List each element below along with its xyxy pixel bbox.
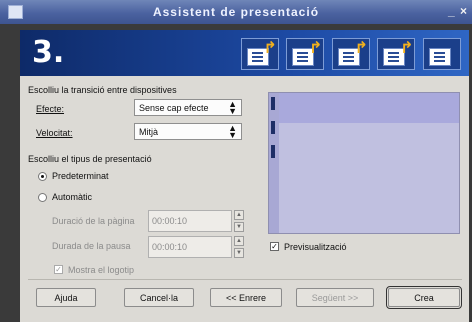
effect-label: Efecte: — [36, 104, 65, 114]
preview-rail — [269, 93, 279, 233]
pause-duration-label: Durada de la pausa — [52, 241, 131, 251]
slide-transition-icon: ↱ — [377, 38, 416, 70]
slide-transition-icon: ↱ — [240, 38, 279, 70]
default-radio-label[interactable]: Predeterminat — [52, 171, 109, 181]
spin-arrows-icon: ▲ ▼ — [228, 123, 237, 140]
preview-label[interactable]: Previsualització — [284, 242, 347, 252]
page-duration-spinner[interactable]: 00:00:10 ▲ ▼ — [148, 210, 244, 232]
slide-icon — [423, 38, 461, 70]
default-radio[interactable] — [38, 172, 47, 181]
effect-value: Sense cap efecte — [139, 103, 209, 113]
slide-transition-icon: ↱ — [286, 38, 325, 70]
automatic-radio-label[interactable]: Automàtic — [52, 192, 92, 202]
next-button[interactable]: Següent >> — [296, 288, 374, 307]
minimize-button[interactable]: _ — [448, 4, 455, 18]
window-title: Assistent de presentació — [152, 5, 320, 19]
automatic-radio[interactable] — [38, 193, 47, 202]
show-logo-checkbox[interactable]: ✓ — [54, 265, 63, 274]
back-button[interactable]: << Enrere — [210, 288, 282, 307]
effect-select[interactable]: Sense cap efecte ▲ ▼ — [134, 99, 242, 116]
preview-highlight — [279, 93, 459, 123]
transition-heading: Escolliu la transició entre dispositives — [28, 85, 177, 95]
spin-up-icon[interactable]: ▲ — [234, 236, 244, 246]
speed-select[interactable]: Mitjà ▲ ▼ — [134, 123, 242, 140]
show-logo-label: Mostra el logotip — [68, 265, 135, 275]
pause-duration-field[interactable]: 00:00:10 — [148, 236, 232, 258]
create-button[interactable]: Crea — [386, 286, 462, 309]
speed-value: Mitjà — [139, 127, 159, 137]
preview-marker — [271, 97, 275, 110]
spin-arrows-icon: ▲ ▼ — [228, 99, 237, 116]
wizard-dialog: Escolliu la transició entre dispositives… — [20, 76, 469, 322]
step-number: 3. — [32, 35, 65, 70]
preview-pane — [268, 92, 460, 234]
spin-up-icon[interactable]: ▲ — [234, 210, 244, 220]
wizard-banner: 3. ↱ ↱ ↱ ↱ — [20, 30, 469, 76]
page-duration-label: Duració de la pàgina — [52, 216, 135, 226]
pause-duration-spinner[interactable]: 00:00:10 ▲ ▼ — [148, 236, 244, 258]
close-button[interactable]: × — [460, 4, 467, 18]
preview-marker — [271, 145, 275, 158]
button-separator — [28, 279, 462, 280]
title-bar[interactable]: Assistent de presentació _ × — [0, 0, 472, 24]
preview-marker — [271, 121, 275, 134]
step-icons: ↱ ↱ ↱ ↱ — [236, 38, 461, 72]
spin-down-icon[interactable]: ▼ — [234, 248, 244, 258]
preview-checkbox[interactable]: ✓ — [270, 242, 279, 251]
help-button[interactable]: Ajuda — [36, 288, 96, 307]
cancel-button[interactable]: Cancel·la — [124, 288, 194, 307]
presentation-heading: Escolliu el tipus de presentació — [28, 154, 152, 164]
slide-transition-icon: ↱ — [331, 38, 370, 70]
spin-down-icon[interactable]: ▼ — [234, 222, 244, 232]
page-duration-field[interactable]: 00:00:10 — [148, 210, 232, 232]
speed-label: Velocitat: — [36, 128, 73, 138]
